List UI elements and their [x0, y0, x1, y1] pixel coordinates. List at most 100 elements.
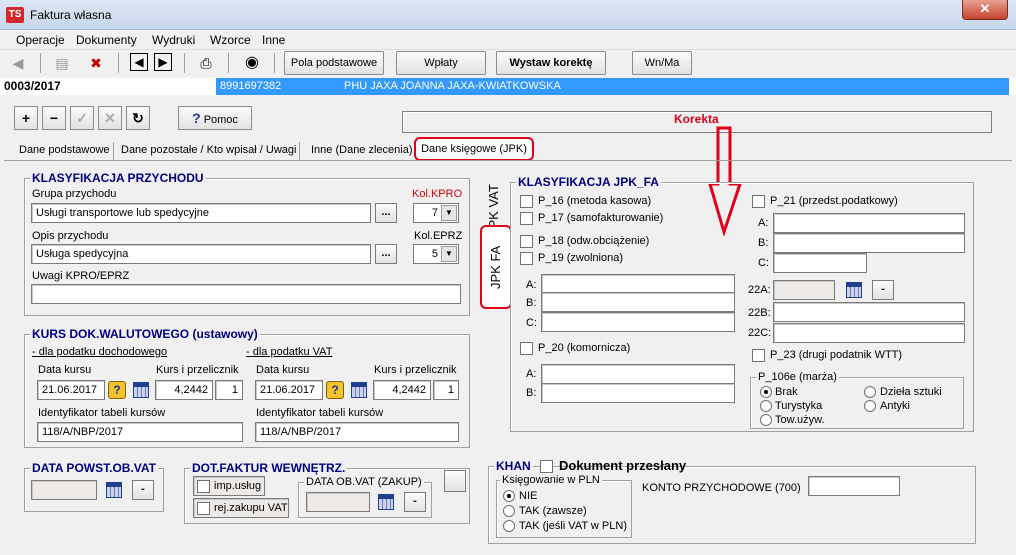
- back-arrow-icon[interactable]: ◀: [8, 53, 28, 73]
- konto-przychodowe-field[interactable]: [808, 476, 900, 496]
- p20-checkbox[interactable]: [520, 342, 533, 355]
- help-button[interactable]: ? Pomoc: [178, 106, 252, 130]
- tab-dane-pozostale[interactable]: Dane pozostałe / Kto wpisał / Uwagi: [118, 142, 301, 160]
- kurs-field[interactable]: 4,2442: [155, 380, 213, 400]
- pola-podstawowe-button[interactable]: Pola podstawowe: [284, 51, 384, 75]
- rej-zakupu-box[interactable]: rej.zakupu VAT: [193, 498, 289, 518]
- p106e-brak-label: Brak: [775, 386, 798, 398]
- check-icon[interactable]: ✓: [70, 106, 94, 130]
- ksieg-nie-radio[interactable]: [503, 490, 515, 502]
- data-powst-field[interactable]: [31, 480, 97, 500]
- p21-a-label: A:: [758, 217, 769, 229]
- opis-browse-button[interactable]: ...: [375, 244, 397, 264]
- cancel-icon[interactable]: ✕: [98, 106, 122, 130]
- wplaty-button[interactable]: Wpłaty: [396, 51, 486, 75]
- p20-a-field[interactable]: [541, 364, 735, 384]
- p106e-tow-radio[interactable]: [760, 414, 772, 426]
- p18-checkbox[interactable]: [520, 235, 533, 248]
- toolbar: ◀ ▤ ✖ ◀ ▶ ⎙ ◉ Pola podstawowe Wpłaty Wys…: [0, 49, 1016, 75]
- data-kursu-vat-label: Data kursu: [256, 364, 310, 376]
- menu-wydruki[interactable]: Wydruki: [152, 33, 195, 47]
- imp-uslug-checkbox[interactable]: [197, 480, 210, 493]
- data-kursu-vat-field[interactable]: 21.06.2017: [255, 380, 323, 400]
- p20-b-field[interactable]: [541, 383, 735, 403]
- close-button[interactable]: ✕: [962, 0, 1008, 20]
- p21-c-field[interactable]: [773, 253, 867, 273]
- p23-checkbox[interactable]: [752, 349, 765, 362]
- menu-dokumenty[interactable]: Dokumenty: [76, 33, 137, 47]
- wystaw-korekte-button[interactable]: Wystaw korektę: [496, 51, 606, 75]
- identyfikator-vat-field[interactable]: 118/A/NBP/2017: [255, 422, 459, 442]
- p22b-field[interactable]: [773, 302, 965, 322]
- p21-b-field[interactable]: [773, 233, 965, 253]
- p22a-field[interactable]: [773, 280, 835, 300]
- data-kursu-field[interactable]: 21.06.2017: [37, 380, 105, 400]
- uwagi-label: Uwagi KPRO/EPRZ: [32, 270, 130, 282]
- calendar-icon[interactable]: [844, 280, 864, 300]
- data-ob-vat-clear-button[interactable]: -: [404, 492, 426, 512]
- p19-c-field[interactable]: [541, 312, 735, 332]
- przelicznik-field[interactable]: 1: [215, 380, 243, 400]
- next-record-icon[interactable]: ▶: [154, 53, 172, 71]
- menu-inne[interactable]: Inne: [262, 33, 285, 47]
- identyfikator-field[interactable]: 118/A/NBP/2017: [37, 422, 243, 442]
- ksieg-tak-vat-radio[interactable]: [503, 520, 515, 532]
- help-question-icon[interactable]: ?: [108, 381, 126, 399]
- calendar-icon[interactable]: [104, 480, 124, 500]
- kurs-przelicznik-label: Kurs i przelicznik: [156, 364, 239, 376]
- p22c-field[interactable]: [773, 323, 965, 343]
- p20-a-label: A:: [526, 368, 537, 380]
- imp-uslug-box[interactable]: imp.usług: [193, 476, 265, 496]
- p21-a-field[interactable]: [773, 213, 965, 233]
- delete-document-icon[interactable]: ✖: [86, 53, 106, 73]
- p16-checkbox[interactable]: [520, 195, 533, 208]
- dot-faktur-extra-button[interactable]: [444, 470, 466, 492]
- p106e-dziela-radio[interactable]: [864, 386, 876, 398]
- help-question-icon[interactable]: ?: [326, 381, 344, 399]
- menu-wzorce[interactable]: Wzorce: [210, 33, 251, 47]
- grupa-field[interactable]: Usługi transportowe lub spedycyjne: [31, 203, 371, 223]
- prev-record-icon[interactable]: ◀: [130, 53, 148, 71]
- calendar-icon[interactable]: [349, 380, 369, 400]
- add-icon[interactable]: +: [14, 106, 38, 130]
- p22a-clear-button[interactable]: -: [872, 280, 894, 300]
- calendar-icon[interactable]: [376, 492, 396, 512]
- ksieg-tak-zawsze-radio[interactable]: [503, 505, 515, 517]
- p17-label: P_17 (samofakturowanie): [538, 212, 664, 224]
- koleprz-select[interactable]: 5 ▼: [413, 244, 459, 264]
- data-ob-vat-field[interactable]: [306, 492, 370, 512]
- p106e-antyki-radio[interactable]: [864, 400, 876, 412]
- kolkpro-label: Kol.KPRO: [412, 188, 463, 200]
- p21-checkbox[interactable]: [752, 195, 765, 208]
- p106e-turystyka-radio[interactable]: [760, 400, 772, 412]
- tab-dane-podstawowe[interactable]: Dane podstawowe: [16, 142, 114, 160]
- p19-b-field[interactable]: [541, 292, 735, 312]
- tab-jpk-fa[interactable]: JPK FA: [480, 225, 512, 309]
- p17-checkbox[interactable]: [520, 212, 533, 225]
- uwagi-field[interactable]: [31, 284, 461, 304]
- document-number: 0003/2017: [4, 79, 61, 93]
- p19-checkbox[interactable]: [520, 252, 533, 265]
- data-powst-clear-button[interactable]: -: [132, 480, 154, 500]
- wn-ma-button[interactable]: Wn/Ma: [632, 51, 692, 75]
- dokument-przeslany-checkbox[interactable]: [540, 460, 553, 473]
- tab-dane-ksiegowe[interactable]: Dane księgowe (JPK): [414, 137, 534, 161]
- kurs-vat-field[interactable]: 4,2442: [373, 380, 431, 400]
- printer-icon[interactable]: ⎙: [196, 53, 216, 73]
- p19-a-field[interactable]: [541, 274, 735, 294]
- calendar-icon[interactable]: [131, 380, 151, 400]
- document-icon[interactable]: ▤: [52, 53, 72, 73]
- record-bar: 0003/2017 8991697382 PHU JAXA JOANNA JAX…: [0, 78, 1016, 95]
- grupa-browse-button[interactable]: ...: [375, 203, 397, 223]
- p106e-brak-radio[interactable]: [760, 386, 772, 398]
- opis-field[interactable]: Usługa spedycyjna: [31, 244, 371, 264]
- remove-icon[interactable]: −: [42, 106, 66, 130]
- refresh-icon[interactable]: ↻: [126, 106, 150, 130]
- rej-zakupu-checkbox[interactable]: [197, 502, 210, 515]
- przelicznik-vat-field[interactable]: 1: [433, 380, 459, 400]
- tab-inne[interactable]: Inne (Dane zlecenia): [308, 142, 417, 160]
- target-icon[interactable]: ◉: [242, 53, 262, 73]
- selected-contractor-row[interactable]: 8991697382 PHU JAXA JOANNA JAXA-KWIATKOW…: [216, 78, 1009, 95]
- kolkpro-select[interactable]: 7 ▼: [413, 203, 459, 223]
- menu-operacje[interactable]: Operacje: [16, 33, 65, 47]
